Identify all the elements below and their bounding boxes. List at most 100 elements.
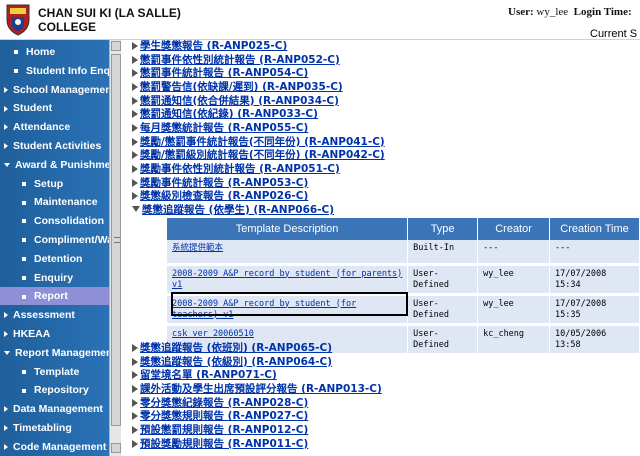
- col-type: Type: [407, 218, 479, 240]
- sidebar-item-home[interactable]: Home: [0, 43, 109, 61]
- report-item: 獎勵/懲罰級別統計報告(不同年份) (R-ANP042-C): [132, 149, 385, 162]
- collapsed-triangle-icon[interactable]: [132, 137, 138, 146]
- sidebar-item-assessment[interactable]: Assessment: [0, 306, 109, 324]
- template-link[interactable]: 2008-2009 A&P record by student (for teac…: [172, 299, 356, 320]
- report-link[interactable]: 獎勵/懲罰事件統計報告(不同年份) (R-ANP041-C): [140, 136, 385, 148]
- report-link[interactable]: 獎懲追蹤報告 (依學生) (R-ANP066-C): [142, 204, 334, 216]
- collapsed-triangle-icon[interactable]: [132, 96, 138, 105]
- table-row[interactable]: 2008-2009 A&P record by student (for par…: [167, 264, 640, 296]
- report-link[interactable]: 預設獎勵規則報告 (R-ANP011-C): [140, 438, 308, 450]
- sidebar-item-award-punishme[interactable]: Award & Punishme: [0, 156, 109, 174]
- sidebar-item-student-activities[interactable]: Student Activities: [0, 137, 109, 155]
- template-link[interactable]: csk ver 20060510: [172, 329, 254, 339]
- scrollbar-thumb[interactable]: [111, 54, 121, 426]
- report-link[interactable]: 預設懲罰規則報告 (R-ANP012-C): [140, 424, 308, 436]
- sidebar-item-template[interactable]: Template: [0, 363, 109, 381]
- creator-cell: kc_cheng: [477, 324, 551, 356]
- report-link[interactable]: 零分獎懲規則報告 (R-ANP027-C): [140, 410, 308, 422]
- sidebar-item-label: School Managemen: [13, 83, 109, 96]
- collapsed-triangle-icon[interactable]: [132, 123, 138, 132]
- report-item: 零分獎懲規則報告 (R-ANP027-C): [132, 410, 308, 423]
- creation-time-cell: 17/07/2008 15:34: [549, 264, 640, 296]
- sidebar-item-report-managemen[interactable]: Report Managemen: [0, 344, 109, 362]
- bullet-icon: [14, 50, 18, 55]
- type-value: User-: [413, 268, 439, 279]
- report-link[interactable]: 獎勵事件統計報告 (R-ANP053-C): [140, 177, 308, 189]
- sidebar-item-consolidation[interactable]: Consolidation: [0, 212, 109, 230]
- sidebar-item-compliment-wa[interactable]: Compliment/Wa: [0, 231, 109, 249]
- report-link[interactable]: 獎懲追蹤報告 (依班別) (R-ANP065-C): [140, 342, 332, 354]
- type-value-cont: Defined: [413, 309, 449, 320]
- type-cell: User- Defined: [407, 264, 479, 296]
- sidebar-item-school-managemen[interactable]: School Managemen: [0, 81, 109, 99]
- sidebar-item-maintenance[interactable]: Maintenance: [0, 193, 109, 211]
- collapsed-triangle-icon[interactable]: [132, 178, 138, 187]
- report-link[interactable]: 獎勵/懲罰級別統計報告(不同年份) (R-ANP042-C): [140, 149, 385, 161]
- sidebar-item-detention[interactable]: Detention: [0, 250, 109, 268]
- sidebar-item-hkeaa[interactable]: HKEAA: [0, 325, 109, 343]
- template-name-cont: teachers) v1: [172, 309, 234, 320]
- collapsed-triangle-icon[interactable]: [132, 344, 138, 352]
- collapsed-triangle-icon[interactable]: [132, 425, 138, 434]
- template-description-cell: 2008-2009 A&P record by student (for par…: [167, 264, 409, 296]
- report-link[interactable]: 學生獎懲報告 (R-ANP025-C): [140, 40, 287, 52]
- sidebar-item-code-management[interactable]: Code Management: [0, 438, 109, 456]
- template-link[interactable]: 系統提供範本: [172, 243, 223, 253]
- report-link[interactable]: 懲罰事件統計報告 (R-ANP054-C): [140, 67, 308, 79]
- report-link[interactable]: 留堂境名單 (R-ANP071-C): [140, 369, 277, 381]
- sidebar-item-setup[interactable]: Setup: [0, 175, 109, 193]
- sidebar-item-student[interactable]: Student: [0, 99, 109, 117]
- collapsed-triangle-icon[interactable]: [132, 55, 138, 64]
- sidebar-item-attendance[interactable]: Attendance: [0, 118, 109, 136]
- collapsed-triangle-icon[interactable]: [132, 82, 138, 91]
- report-link[interactable]: 懲罰通知信(依合併結果) (R-ANP034-C): [140, 95, 339, 107]
- report-link[interactable]: 獎勵事件依性別統計報告 (R-ANP051-C): [140, 163, 340, 175]
- report-link[interactable]: 懲罰事件依性別統計報告 (R-ANP052-C): [140, 54, 340, 66]
- expanded-arrow-icon: [4, 163, 10, 168]
- collapsed-triangle-icon[interactable]: [132, 69, 138, 78]
- template-link[interactable]: 2008-2009 A&P record by student (for par…: [172, 269, 402, 290]
- expanded-arrow-icon: [4, 351, 10, 356]
- report-link[interactable]: 獎懲級別檢查報告 (R-ANP026-C): [140, 190, 308, 202]
- scroll-up-arrow-icon[interactable]: [111, 41, 121, 51]
- col-creator: Creator: [477, 218, 551, 240]
- report-link[interactable]: 課外活動及學生出席預設評分報告 (R-ANP013-C): [140, 383, 382, 395]
- sidebar-item-label: Student: [13, 102, 53, 115]
- creator-value: ---: [483, 243, 499, 253]
- sidebar-item-data-management[interactable]: Data Management: [0, 400, 109, 418]
- user-value: wy_lee: [536, 6, 569, 18]
- expanded-triangle-icon[interactable]: [132, 205, 140, 212]
- sidebar-scrollbar[interactable]: [109, 40, 121, 456]
- collapsed-triangle-icon[interactable]: [132, 439, 138, 448]
- report-link[interactable]: 零分獎懲紀錄報告 (R-ANP028-C): [140, 397, 308, 409]
- collapsed-triangle-icon[interactable]: [132, 151, 138, 160]
- sidebar-item-report[interactable]: Report: [0, 287, 109, 306]
- collapsed-triangle-icon[interactable]: [132, 192, 138, 201]
- report-item: 課外活動及學生出席預設評分報告 (R-ANP013-C): [132, 383, 382, 396]
- report-link[interactable]: 懲罰警告信(依缺課/遲到) (R-ANP035-C): [140, 81, 343, 93]
- collapsed-triangle-icon[interactable]: [132, 412, 138, 421]
- table-row[interactable]: 系統提供範本 Built-In --- ---: [167, 240, 640, 266]
- sidebar-item-student-info-enq[interactable]: Student Info Enq: [0, 62, 109, 80]
- report-link[interactable]: 每月獎懲統計報告 (R-ANP055-C): [140, 122, 308, 134]
- report-item: 預設獎勵規則報告 (R-ANP011-C): [132, 438, 308, 451]
- sidebar-item-label: Compliment/Wa: [34, 234, 109, 246]
- collapsed-triangle-icon[interactable]: [132, 164, 138, 173]
- report-link[interactable]: 獎懲追蹤報告 (依級別) (R-ANP064-C): [140, 356, 332, 368]
- collapsed-triangle-icon[interactable]: [132, 42, 138, 50]
- table-row[interactable]: 2008-2009 A&P record by student (for teac…: [167, 294, 640, 326]
- collapsed-triangle-icon[interactable]: [132, 371, 138, 380]
- collapsed-triangle-icon[interactable]: [132, 110, 138, 119]
- sidebar-item-label: Setup: [34, 177, 64, 190]
- collapsed-triangle-icon[interactable]: [132, 357, 138, 366]
- sidebar-item-timetabling[interactable]: Timetabling: [0, 419, 109, 437]
- sidebar-item-enquiry[interactable]: Enquiry: [0, 269, 109, 287]
- scroll-down-arrow-icon[interactable]: [111, 443, 121, 453]
- report-link[interactable]: 懲罰通知信(依紀錄) (R-ANP033-C): [140, 108, 318, 120]
- collapsed-triangle-icon[interactable]: [132, 398, 138, 407]
- template-description-cell: 系統提供範本: [167, 240, 409, 266]
- sidebar-item-label: Consolidation: [34, 215, 104, 228]
- collapsed-triangle-icon[interactable]: [132, 384, 138, 393]
- sidebar-item-repository[interactable]: Repository: [0, 381, 109, 399]
- type-value: User-: [413, 328, 439, 339]
